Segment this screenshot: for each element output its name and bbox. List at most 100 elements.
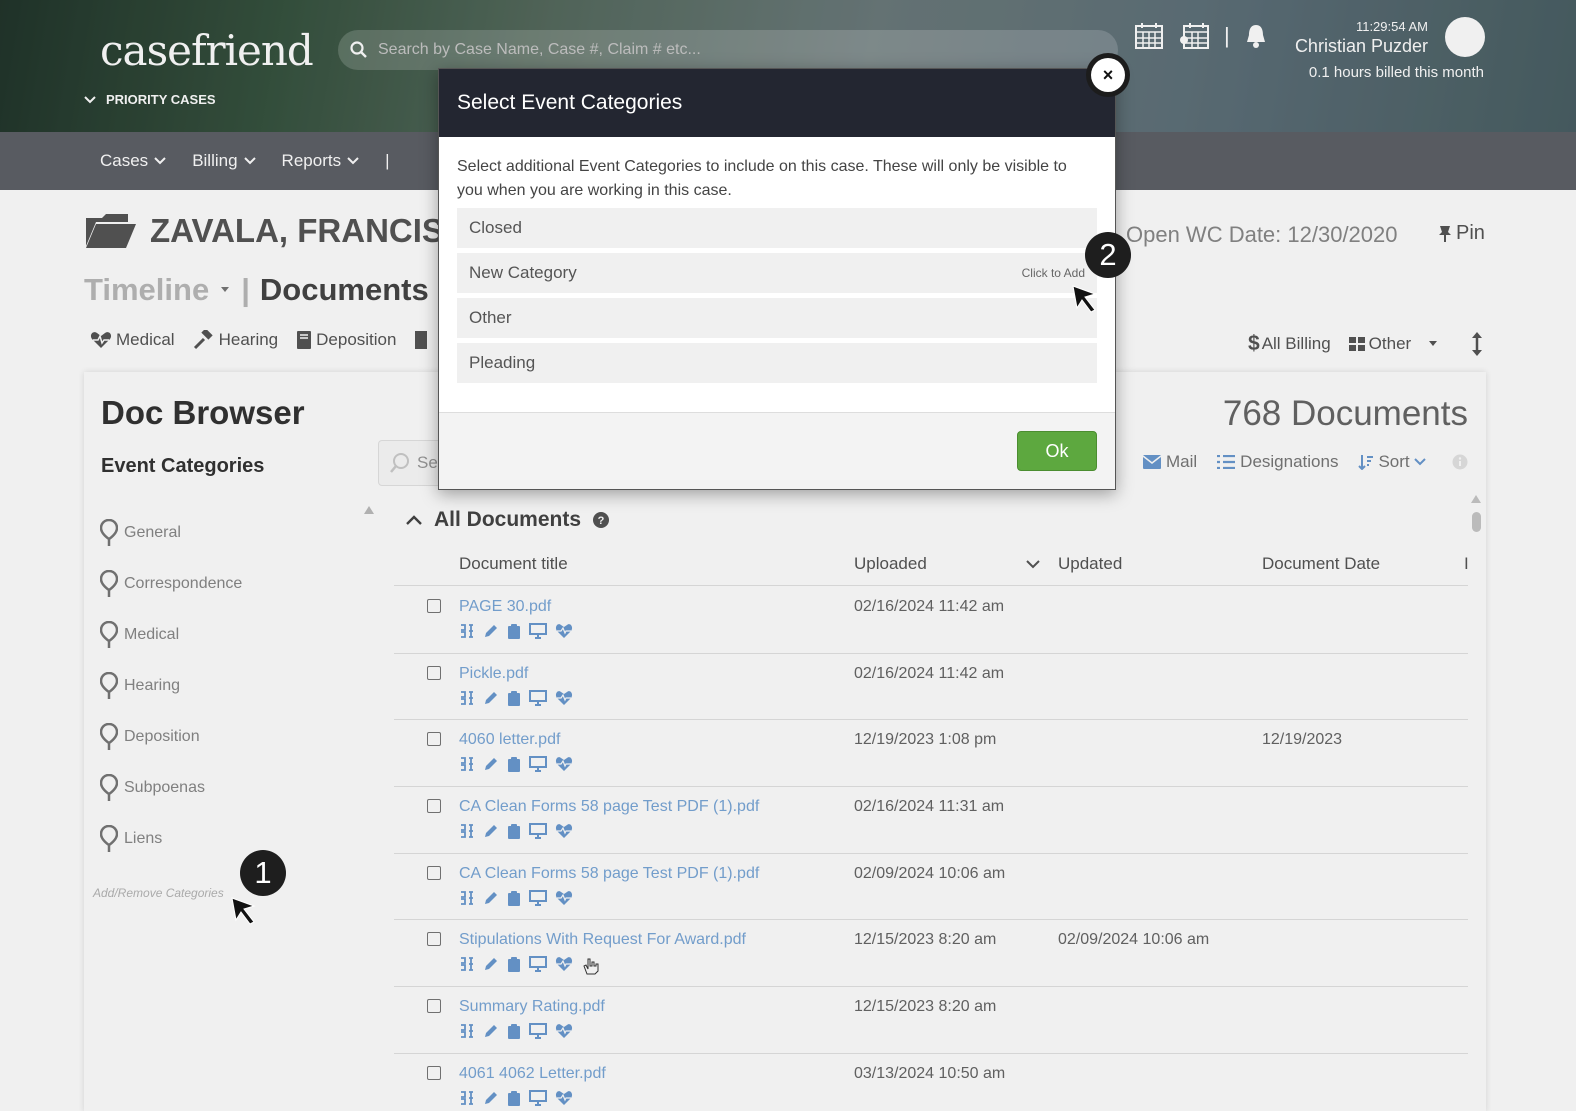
document-title-link[interactable]: CA Clean Forms 58 page Test PDF (1).pdf [459, 865, 759, 883]
pin-button[interactable]: Pin [1438, 222, 1485, 245]
table-row[interactable]: 4060 letter.pdf 12/19/2023 1:08 pm 12/19… [394, 720, 1468, 788]
category-item[interactable]: Subpoenas [100, 762, 242, 813]
help-icon[interactable]: ? [593, 512, 610, 528]
column-document-date[interactable]: Document Date [1262, 554, 1380, 574]
filter-more[interactable] [414, 330, 428, 350]
split-icon[interactable] [459, 623, 475, 644]
pencil-icon[interactable] [483, 890, 499, 911]
split-icon[interactable] [459, 690, 475, 711]
resize-vertical-icon[interactable] [1471, 331, 1483, 357]
clipboard-icon[interactable] [507, 890, 521, 911]
heart-icon[interactable] [555, 756, 573, 777]
table-row[interactable]: 4061 4062 Letter.pdf 03/13/2024 10:50 am [394, 1054, 1468, 1111]
user-name[interactable]: Christian Puzder [1295, 36, 1428, 57]
clipboard-icon[interactable] [507, 756, 521, 777]
document-title-link[interactable]: 4060 letter.pdf [459, 731, 560, 749]
heart-icon[interactable] [555, 823, 573, 844]
priority-cases-toggle[interactable]: PRIORITY CASES [84, 92, 216, 107]
table-row[interactable]: Pickle.pdf 02/16/2024 11:42 am [394, 654, 1468, 721]
calendar-icon[interactable] [1134, 22, 1164, 50]
heart-icon[interactable] [555, 690, 573, 711]
filter-deposition[interactable]: Deposition [296, 330, 396, 350]
mail-button[interactable]: Mail [1143, 452, 1197, 472]
category-item[interactable]: Hearing [100, 660, 242, 711]
clipboard-icon[interactable] [507, 690, 521, 711]
filter-other[interactable]: Other [1348, 334, 1440, 354]
clipboard-icon[interactable] [507, 1090, 521, 1111]
pencil-icon[interactable] [483, 956, 499, 981]
pencil-icon[interactable] [483, 756, 499, 777]
caret-down-icon[interactable] [219, 286, 231, 294]
table-row[interactable]: PAGE 30.pdf 02/16/2024 11:42 am [394, 587, 1468, 654]
chevron-down-icon[interactable] [1026, 560, 1040, 569]
document-title-link[interactable]: Summary Rating.pdf [459, 998, 605, 1016]
category-item[interactable]: Correspondence [100, 558, 242, 609]
row-checkbox[interactable] [427, 999, 441, 1014]
category-item[interactable]: Medical [100, 609, 242, 660]
split-icon[interactable] [459, 956, 475, 981]
pencil-icon[interactable] [483, 823, 499, 844]
sort-button[interactable]: Sort [1358, 452, 1426, 472]
ok-button[interactable]: Ok [1017, 431, 1097, 471]
casefriend-logo[interactable]: casefriend [100, 26, 314, 75]
row-checkbox[interactable] [427, 599, 441, 613]
filter-hearing[interactable]: Hearing [193, 330, 278, 350]
document-scrollbar[interactable] [1470, 494, 1482, 1104]
heart-icon[interactable] [555, 890, 573, 911]
tab-timeline[interactable]: Timeline [84, 272, 209, 308]
category-option-new-category[interactable]: New Category Click to Add [457, 253, 1097, 293]
avatar[interactable] [1445, 17, 1485, 57]
split-icon[interactable] [459, 823, 475, 844]
split-icon[interactable] [459, 756, 475, 777]
heart-icon[interactable] [555, 956, 573, 981]
pencil-icon[interactable] [483, 1023, 499, 1044]
column-document-title[interactable]: Document title [459, 554, 568, 574]
filter-all-billing[interactable]: $ All Billing [1248, 332, 1331, 356]
clipboard-icon[interactable] [507, 1023, 521, 1044]
row-checkbox[interactable] [427, 865, 441, 880]
split-icon[interactable] [459, 890, 475, 911]
row-checkbox[interactable] [427, 932, 441, 947]
add-remove-categories-link[interactable]: Add/Remove Categories [93, 886, 224, 900]
desktop-icon[interactable] [529, 956, 547, 981]
nav-billing[interactable]: Billing [192, 151, 256, 171]
category-item[interactable]: General [100, 507, 242, 558]
designations-button[interactable]: Designations [1217, 452, 1338, 472]
row-checkbox[interactable] [427, 1065, 441, 1080]
document-title-link[interactable]: PAGE 30.pdf [459, 598, 551, 616]
heart-icon[interactable] [555, 1090, 573, 1111]
category-item[interactable]: Liens [100, 813, 242, 864]
category-option-closed[interactable]: Closed [457, 208, 1097, 248]
global-search[interactable] [338, 30, 1118, 70]
document-title-link[interactable]: CA Clean Forms 58 page Test PDF (1).pdf [459, 798, 759, 816]
column-more[interactable]: I [1464, 554, 1469, 574]
clipboard-icon[interactable] [507, 623, 521, 644]
row-checkbox[interactable] [427, 799, 441, 814]
pencil-icon[interactable] [483, 1090, 499, 1111]
split-icon[interactable] [459, 1023, 475, 1044]
document-title-link[interactable]: 4061 4062 Letter.pdf [459, 1065, 606, 1083]
clipboard-icon[interactable] [507, 823, 521, 844]
tab-documents[interactable]: Documents [260, 272, 429, 308]
desktop-icon[interactable] [529, 623, 547, 644]
all-documents-header[interactable]: All Documents ? [406, 508, 610, 532]
table-row[interactable]: CA Clean Forms 58 page Test PDF (1).pdf … [394, 787, 1468, 854]
bell-icon[interactable] [1244, 23, 1268, 49]
document-title-link[interactable]: Pickle.pdf [459, 665, 528, 683]
scrollbar-thumb[interactable] [1472, 512, 1481, 532]
split-icon[interactable] [459, 1090, 475, 1111]
clipboard-icon[interactable] [507, 956, 521, 981]
sidebar-scroll-up-icon[interactable] [363, 505, 375, 515]
desktop-icon[interactable] [529, 1023, 547, 1044]
filter-medical[interactable]: Medical [90, 330, 175, 350]
desktop-icon[interactable] [529, 823, 547, 844]
pencil-icon[interactable] [483, 623, 499, 644]
nav-cases[interactable]: Cases [100, 151, 166, 171]
nav-reports[interactable]: Reports [282, 151, 360, 171]
desktop-icon[interactable] [529, 1089, 547, 1111]
table-row[interactable]: CA Clean Forms 58 page Test PDF (1).pdf … [394, 854, 1468, 921]
global-search-input[interactable] [378, 41, 978, 59]
modal-close-button[interactable]: × [1086, 53, 1130, 97]
info-icon[interactable] [1452, 454, 1468, 470]
category-option-pleading[interactable]: Pleading [457, 343, 1097, 383]
